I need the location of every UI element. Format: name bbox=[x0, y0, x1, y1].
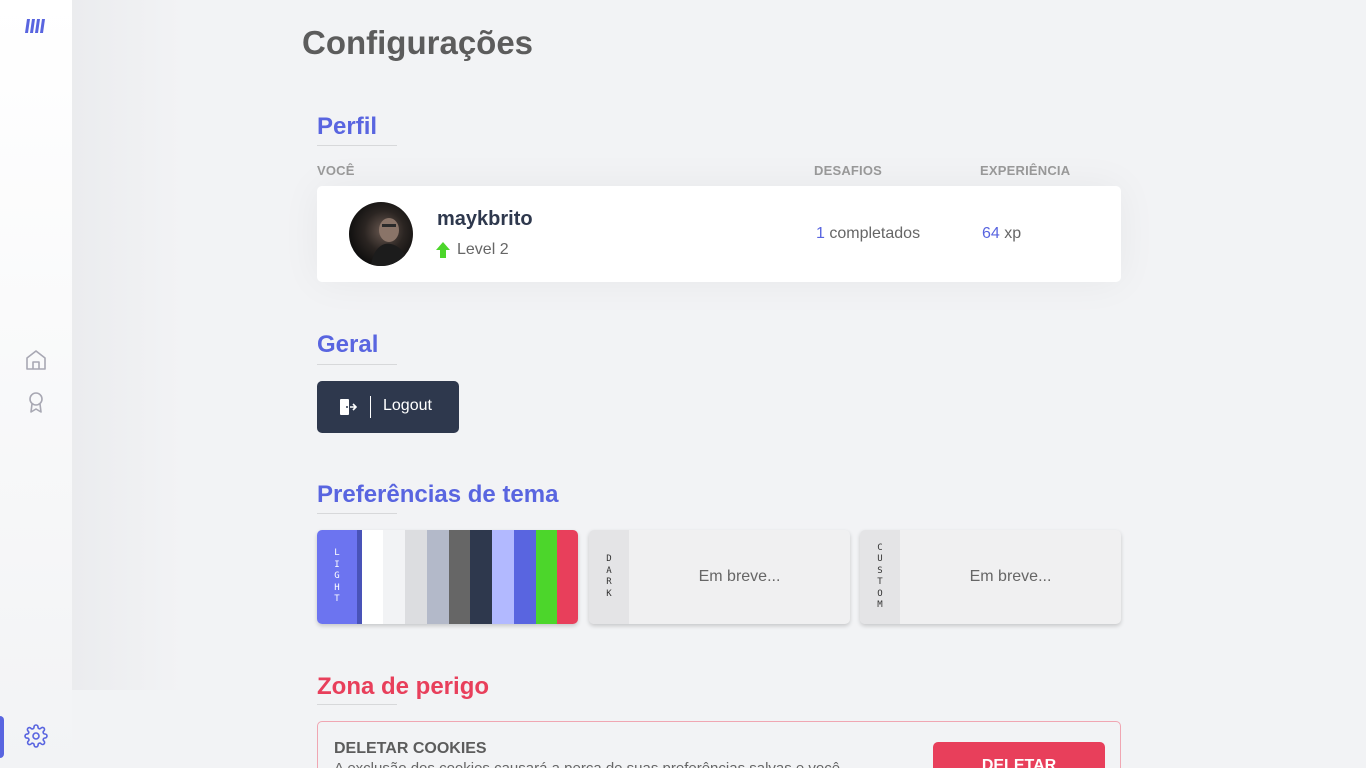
theme-swatch bbox=[492, 530, 514, 624]
challenges-count: 1 bbox=[816, 225, 825, 242]
theme-swatch bbox=[536, 530, 557, 624]
sidebar bbox=[0, 0, 72, 768]
avatar bbox=[349, 202, 413, 266]
tag-letter: H bbox=[334, 582, 340, 593]
section-divider bbox=[317, 364, 397, 365]
theme-swatch bbox=[362, 530, 383, 624]
tag-letter: A bbox=[606, 565, 612, 576]
theme-swatch bbox=[383, 530, 405, 624]
header-experience: EXPERIÊNCIA bbox=[980, 163, 1071, 178]
tag-letter: I bbox=[334, 559, 340, 570]
xp-suffix: xp bbox=[999, 225, 1022, 242]
logout-button[interactable]: Logout bbox=[317, 381, 459, 433]
tag-letter: M bbox=[877, 600, 883, 610]
challenges-suffix: completados bbox=[824, 225, 921, 242]
theme-light-tag: LIGHT bbox=[317, 530, 357, 624]
active-indicator bbox=[0, 716, 4, 758]
level-up-icon bbox=[436, 242, 450, 258]
theme-swatch bbox=[449, 530, 470, 624]
theme-light-swatches bbox=[357, 530, 578, 624]
tag-letter: G bbox=[334, 571, 340, 582]
header-challenges: DESAFIOS bbox=[814, 163, 883, 178]
theme-swatch bbox=[557, 530, 578, 624]
theme-custom-card[interactable]: CUSTOM Em breve... bbox=[860, 530, 1121, 624]
page-title: Configurações bbox=[302, 24, 534, 61]
tag-letter: S bbox=[877, 565, 883, 576]
tag-letter: O bbox=[877, 588, 883, 599]
theme-swatch bbox=[405, 530, 427, 624]
gear-icon[interactable] bbox=[24, 724, 48, 748]
tag-letter: D bbox=[606, 554, 612, 564]
theme-swatch bbox=[427, 530, 449, 624]
challenges-stat: 1 completados bbox=[816, 225, 920, 243]
profile-card: maykbrito Level 2 1 completados 64 xp bbox=[317, 186, 1121, 282]
theme-dark-card[interactable]: DARK Em breve... bbox=[589, 530, 850, 624]
section-title-general: Geral bbox=[317, 331, 379, 358]
xp-value: 64 bbox=[982, 225, 1000, 242]
section-title-danger: Zona de perigo bbox=[317, 673, 490, 700]
tag-letter: R bbox=[606, 577, 612, 587]
section-divider bbox=[317, 145, 397, 146]
tag-letter: C bbox=[877, 542, 883, 553]
danger-zone-box: DELETAR COOKIES A exclusão dos cookies c… bbox=[317, 721, 1121, 768]
section-divider bbox=[317, 513, 397, 514]
logout-icon bbox=[340, 399, 357, 415]
username: maykbrito bbox=[437, 208, 533, 230]
logout-separator bbox=[370, 396, 371, 418]
header-you: VOCÊ bbox=[317, 163, 355, 178]
tag-letter: T bbox=[334, 594, 340, 605]
home-icon[interactable] bbox=[24, 348, 48, 372]
sidebar-shadow bbox=[72, 0, 182, 690]
award-icon[interactable] bbox=[24, 390, 48, 414]
theme-swatch bbox=[514, 530, 536, 624]
level-label: Level 2 bbox=[457, 241, 509, 258]
tag-letter: U bbox=[877, 554, 883, 564]
logout-label: Logout bbox=[383, 397, 432, 414]
theme-light-card[interactable]: LIGHT bbox=[317, 530, 578, 624]
theme-custom-soon: Em breve... bbox=[969, 568, 1052, 585]
delete-cookies-button[interactable]: DELETAR bbox=[933, 742, 1105, 768]
tag-letter: K bbox=[606, 588, 612, 599]
theme-dark-tag: DARK bbox=[589, 530, 629, 624]
tag-letter: L bbox=[334, 548, 340, 559]
theme-swatch bbox=[470, 530, 492, 624]
delete-cookies-title: DELETAR COOKIES bbox=[334, 740, 487, 757]
section-title-themes: Preferências de tema bbox=[317, 481, 559, 508]
theme-dark-soon: Em breve... bbox=[698, 568, 781, 585]
theme-custom-tag: CUSTOM bbox=[860, 530, 900, 624]
delete-cookies-description: A exclusão dos cookies causará a perca d… bbox=[334, 760, 840, 768]
section-title-profile: Perfil bbox=[317, 113, 378, 140]
xp-stat: 64 xp bbox=[982, 225, 1021, 243]
logo-icon[interactable] bbox=[24, 14, 48, 38]
tag-letter: T bbox=[877, 577, 883, 587]
section-divider bbox=[317, 704, 397, 705]
